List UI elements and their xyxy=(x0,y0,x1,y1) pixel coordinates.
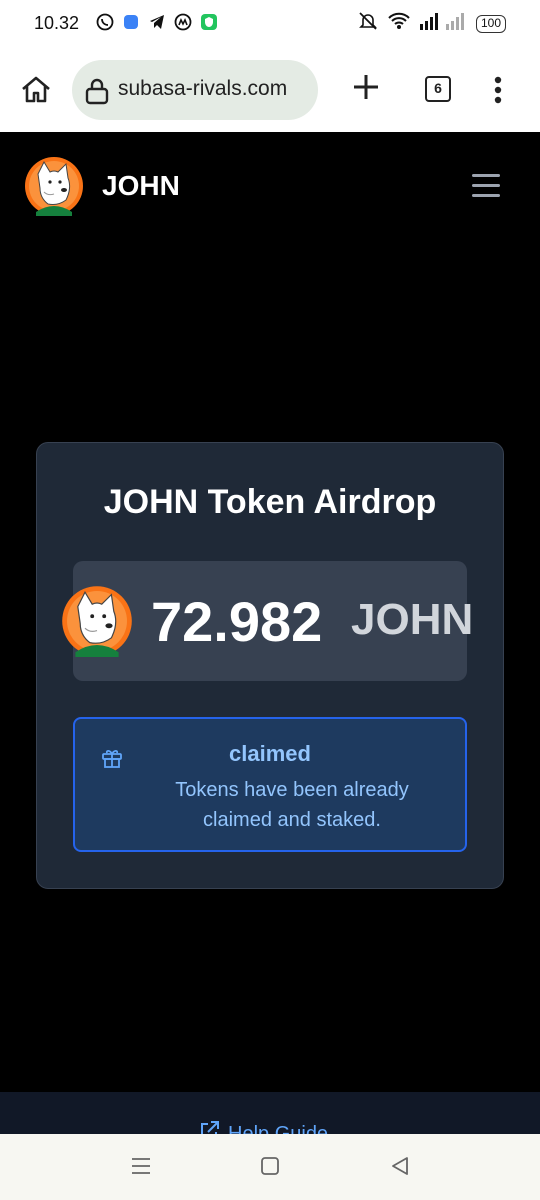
app-icon xyxy=(122,13,140,31)
external-link-icon xyxy=(198,1120,220,1134)
whatsapp-icon xyxy=(96,13,114,31)
wifi-icon xyxy=(388,11,410,36)
claim-status-title: claimed xyxy=(229,741,311,766)
claim-status-box: claimed Tokens have been already claimed… xyxy=(73,717,467,852)
mute-icon xyxy=(358,11,378,36)
signal-icon xyxy=(419,12,466,35)
token-logo xyxy=(61,585,133,657)
home-nav-icon[interactable] xyxy=(258,1154,282,1178)
tab-switcher-button[interactable]: 6 xyxy=(425,76,451,102)
site-brand[interactable]: JOHN xyxy=(102,170,180,202)
token-unit: JOHN xyxy=(351,595,474,644)
shield-app-icon xyxy=(200,13,218,31)
page-footer: Help Guide xyxy=(0,1092,540,1134)
help-guide-link[interactable]: Help Guide xyxy=(198,1120,328,1134)
battery-indicator: 100 xyxy=(475,14,506,33)
telegram-icon xyxy=(148,13,166,31)
recents-icon[interactable] xyxy=(130,1154,154,1178)
system-nav-bar xyxy=(0,1134,540,1200)
airdrop-card: JOHN Token Airdrop 72.982 JOHN claimed T… xyxy=(36,442,504,889)
site-header: JOHN xyxy=(0,132,540,242)
coinmarketcap-icon xyxy=(174,13,192,31)
balance-box: 72.982 JOHN xyxy=(62,561,473,681)
home-icon[interactable] xyxy=(18,72,54,108)
more-icon[interactable] xyxy=(494,76,502,104)
help-guide-label[interactable]: Help Guide xyxy=(228,1123,328,1135)
status-bar: 10.32 100 xyxy=(0,0,540,48)
url-bar[interactable]: subasa-rivals.com xyxy=(72,60,318,120)
logo[interactable] xyxy=(24,156,84,216)
token-amount: 72.982 xyxy=(151,590,323,653)
url-text[interactable]: subasa-rivals.com xyxy=(118,77,287,101)
status-app-icons xyxy=(96,13,218,31)
plus-icon[interactable] xyxy=(352,73,380,101)
status-time: 10.32 xyxy=(34,13,80,33)
back-icon[interactable] xyxy=(388,1154,412,1178)
status-indicators: 100 xyxy=(358,11,506,36)
card-title: JOHN Token Airdrop xyxy=(103,483,437,521)
menu-icon[interactable] xyxy=(472,174,500,198)
claim-status-message: Tokens have been already claimed and sta… xyxy=(175,779,409,831)
browser-toolbar: subasa-rivals.com 6 xyxy=(0,48,540,132)
lock-icon[interactable] xyxy=(84,77,110,110)
